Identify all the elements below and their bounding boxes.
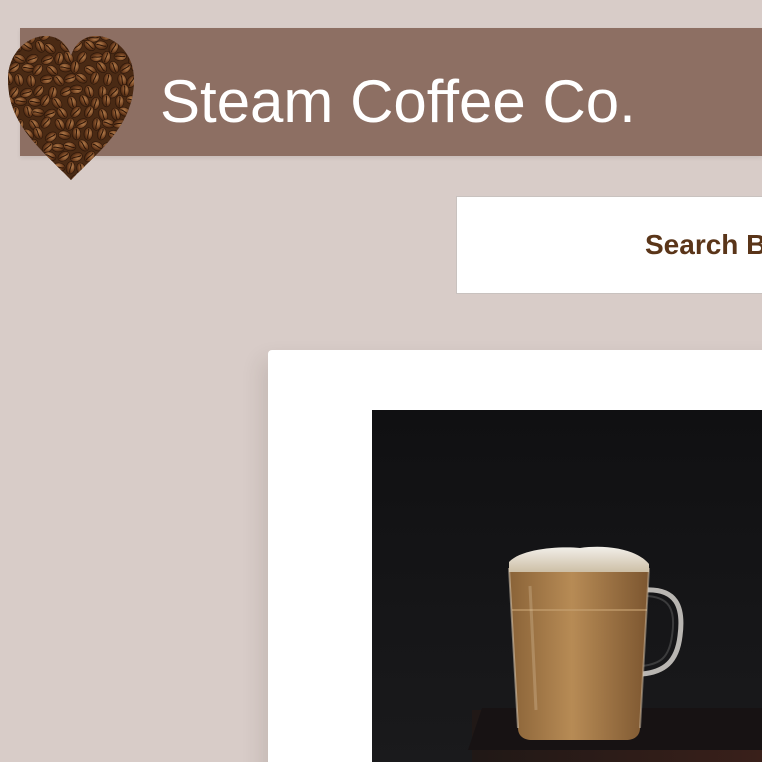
coffee-bean-heart-icon[interactable]	[2, 30, 140, 188]
coffee-beans	[8, 36, 134, 180]
page: Steam Coffee Co. Search B	[0, 0, 762, 762]
site-title[interactable]: Steam Coffee Co.	[160, 66, 636, 138]
search-label: Search B	[645, 229, 762, 260]
latte-glass-mug-image[interactable]	[372, 410, 762, 762]
search-button[interactable]: Search B	[456, 196, 762, 294]
